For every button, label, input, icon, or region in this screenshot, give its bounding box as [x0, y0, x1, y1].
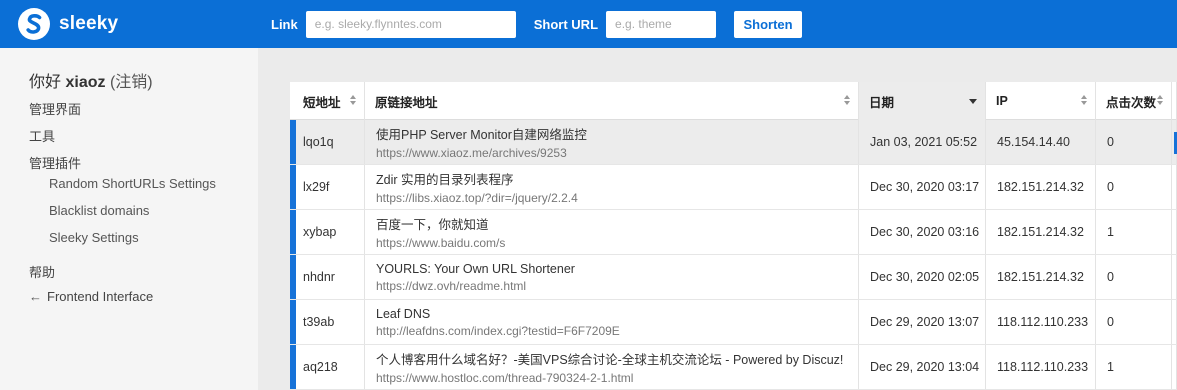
link-title: Zdir 实用的目录列表程序 — [376, 173, 514, 187]
link-title: 使用PHP Server Monitor自建网络监控 — [376, 128, 587, 142]
link-title: 百度一下，你就知道 — [376, 218, 489, 232]
short-url-input[interactable] — [606, 10, 717, 38]
original-url-cell: YOURLS: Your Own URL Shortener https://d… — [365, 255, 859, 299]
link-url[interactable]: https://www.hostloc.com/thread-790324-2-… — [376, 371, 858, 385]
column-header-date[interactable]: 日期 — [859, 82, 986, 120]
actions-cell[interactable] — [1172, 345, 1177, 389]
ip-cell: 45.154.14.40 — [986, 120, 1096, 164]
clicks-cell: 1 — [1096, 210, 1172, 254]
short-url-cell[interactable]: lqo1q — [290, 120, 365, 164]
clicks-cell: 0 — [1096, 300, 1172, 344]
link-title: YOURLS: Your Own URL Shortener — [376, 261, 575, 276]
link-url[interactable]: https://www.xiaoz.me/archives/9253 — [376, 146, 858, 160]
table-row[interactable]: t39ab Leaf DNS http://leafdns.com/index.… — [290, 300, 1177, 345]
link-url[interactable]: http://leafdns.com/index.cgi?testid=F6F7… — [376, 324, 858, 338]
short-url-cell[interactable]: t39ab — [290, 300, 365, 344]
sort-icon — [844, 95, 851, 107]
links-table: 短地址 原链接地址 日期 IP 点击次数 lqo1q 使用PHP Server … — [290, 82, 1177, 390]
date-cell: Dec 29, 2020 13:07 — [859, 300, 986, 344]
brand[interactable]: sleeky — [0, 0, 258, 48]
link-input[interactable] — [305, 10, 516, 38]
table-row[interactable]: xybap 百度一下，你就知道 https://www.baidu.com/s … — [290, 210, 1177, 255]
column-header-extra — [1172, 82, 1177, 120]
column-header-original-url[interactable]: 原链接地址 — [365, 82, 859, 120]
clicks-cell: 0 — [1096, 165, 1172, 209]
original-url-cell: Zdir 实用的目录列表程序 https://libs.xiaoz.top/?d… — [365, 165, 859, 209]
ip-cell: 118.112.110.233 — [986, 300, 1096, 344]
table-row[interactable]: lx29f Zdir 实用的目录列表程序 https://libs.xiaoz.… — [290, 165, 1177, 210]
frontend-label: Frontend Interface — [47, 289, 154, 304]
sidebar: 你好 xiaoz (注销) 管理界面 工具 管理插件 Random ShortU… — [0, 48, 258, 390]
date-cell: Dec 30, 2020 03:17 — [859, 165, 986, 209]
date-cell: Jan 03, 2021 05:52 — [859, 120, 986, 164]
sort-icon — [1157, 95, 1164, 107]
link-title: 个人博客用什么域名好？-美国VPS综合讨论-全球主机交流论坛 - Powered… — [376, 353, 844, 367]
username: xiaoz — [65, 74, 106, 91]
ip-cell: 182.151.214.32 — [986, 255, 1096, 299]
short-url-cell[interactable]: lx29f — [290, 165, 365, 209]
column-header-clicks[interactable]: 点击次数 — [1096, 82, 1172, 120]
brand-name: sleeky — [59, 13, 119, 34]
logout-link[interactable]: (注销) — [110, 74, 153, 91]
ip-cell: 182.151.214.32 — [986, 165, 1096, 209]
sidebar-item-help[interactable]: 帮助 — [29, 262, 55, 281]
date-cell: Dec 29, 2020 13:04 — [859, 345, 986, 389]
clicks-cell: 1 — [1096, 345, 1172, 389]
shorten-button[interactable]: Shorten — [734, 10, 803, 38]
arrow-left-icon: ← — [29, 289, 42, 304]
sidebar-item-frontend[interactable]: ← Frontend Interface — [29, 289, 153, 304]
link-url[interactable]: https://www.baidu.com/s — [376, 236, 858, 250]
table-row[interactable]: lqo1q 使用PHP Server Monitor自建网络监控 https:/… — [290, 120, 1177, 165]
original-url-cell: 百度一下，你就知道 https://www.baidu.com/s — [365, 210, 859, 254]
link-url[interactable]: https://libs.xiaoz.top/?dir=/jquery/2.2.… — [376, 191, 858, 205]
actions-cell[interactable] — [1172, 210, 1177, 254]
sleeky-logo-icon — [18, 8, 50, 40]
short-url-cell[interactable]: xybap — [290, 210, 365, 254]
main-content: 短地址 原链接地址 日期 IP 点击次数 lqo1q 使用PHP Server … — [258, 48, 1177, 390]
date-cell: Dec 30, 2020 02:05 — [859, 255, 986, 299]
short-url-label: Short URL — [533, 16, 599, 32]
actions-cell[interactable] — [1172, 300, 1177, 344]
actions-cell[interactable] — [1172, 120, 1177, 164]
sidebar-item-sleeky-settings[interactable]: Sleeky Settings — [49, 230, 139, 245]
original-url-cell: Leaf DNS http://leafdns.com/index.cgi?te… — [365, 300, 859, 344]
table-header: 短地址 原链接地址 日期 IP 点击次数 — [290, 82, 1177, 120]
column-header-ip[interactable]: IP — [986, 82, 1096, 120]
original-url-cell: 使用PHP Server Monitor自建网络监控 https://www.x… — [365, 120, 859, 164]
clicks-cell: 0 — [1096, 120, 1172, 164]
actions-cell[interactable] — [1172, 255, 1177, 299]
date-cell: Dec 30, 2020 03:16 — [859, 210, 986, 254]
table-row[interactable]: nhdnr YOURLS: Your Own URL Shortener htt… — [290, 255, 1177, 300]
link-title: Leaf DNS — [376, 306, 431, 321]
ip-cell: 118.112.110.233 — [986, 345, 1096, 389]
link-label: Link — [271, 16, 298, 32]
sidebar-item-admin[interactable]: 管理界面 — [29, 99, 81, 118]
sidebar-item-random-shorturls[interactable]: Random ShortURLs Settings — [49, 176, 216, 191]
original-url-cell: 个人博客用什么域名好？-美国VPS综合讨论-全球主机交流论坛 - Powered… — [365, 345, 859, 389]
sort-icon — [1081, 95, 1088, 107]
link-url[interactable]: https://dwz.ovh/readme.html — [376, 279, 858, 293]
short-url-cell[interactable]: aq218 — [290, 345, 365, 389]
ip-cell: 182.151.214.32 — [986, 210, 1096, 254]
sidebar-item-plugins[interactable]: 管理插件 — [29, 153, 81, 172]
sidebar-item-blacklist[interactable]: Blacklist domains — [49, 203, 149, 218]
column-header-short[interactable]: 短地址 — [290, 82, 365, 120]
sidebar-item-tools[interactable]: 工具 — [29, 126, 55, 145]
greeting-text: 你好 — [29, 74, 62, 91]
actions-cell[interactable] — [1172, 165, 1177, 209]
table-row[interactable]: aq218 个人博客用什么域名好？-美国VPS综合讨论-全球主机交流论坛 - P… — [290, 345, 1177, 390]
clicks-cell: 0 — [1096, 255, 1172, 299]
top-bar: sleeky Link Short URL Shorten — [0, 0, 1177, 48]
short-url-cell[interactable]: nhdnr — [290, 255, 365, 299]
greeting: 你好 xiaoz (注销) — [29, 68, 153, 92]
sort-icon — [350, 95, 357, 107]
sort-descending-icon — [969, 99, 977, 104]
